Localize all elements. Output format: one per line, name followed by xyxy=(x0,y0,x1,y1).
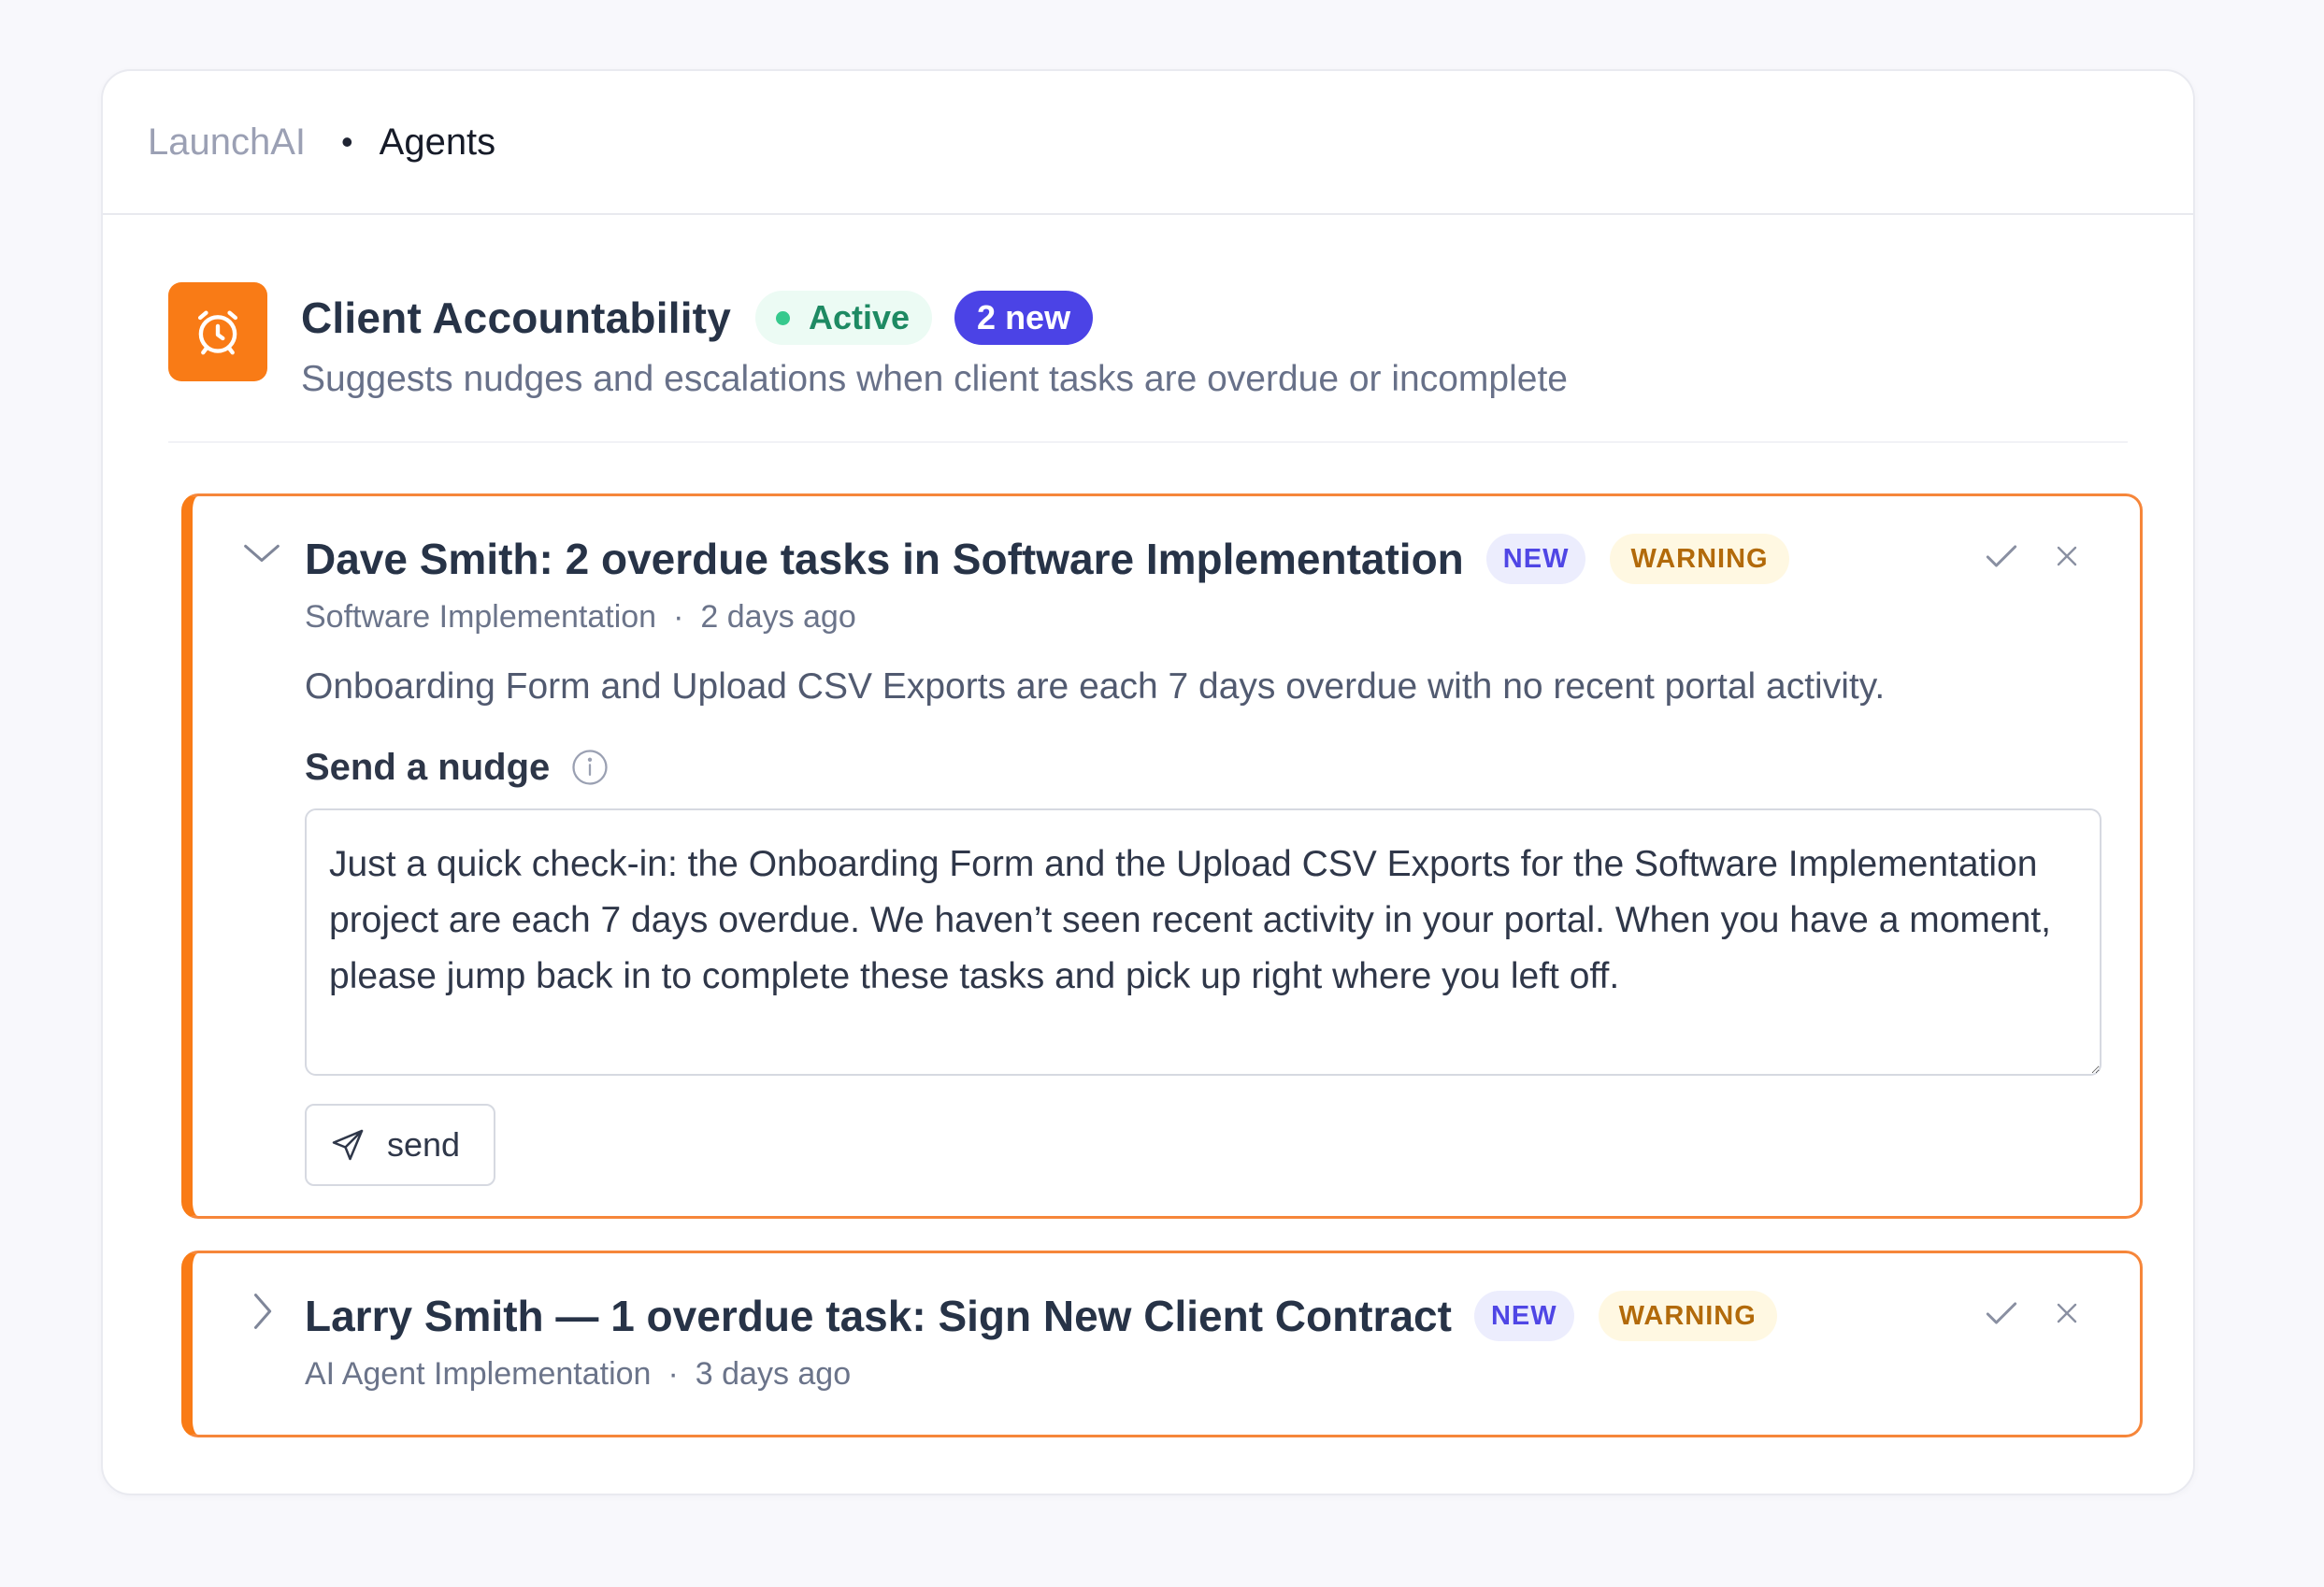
card-actions xyxy=(1958,1291,2089,1336)
status-badge: Active xyxy=(754,291,933,345)
nudge-label-line: Send a nudge xyxy=(305,741,610,794)
card-summary: Onboarding Form and Upload CSV Exports a… xyxy=(305,666,1886,707)
agent-description: Suggests nudges and escalations when cli… xyxy=(301,359,1568,399)
card-project: AI Agent Implementation xyxy=(305,1356,652,1392)
breadcrumb: LaunchAI • Agents xyxy=(103,71,2193,215)
warning-tag: WARNING xyxy=(1598,1291,1777,1341)
send-icon xyxy=(332,1129,364,1161)
approve-check-icon[interactable] xyxy=(1979,1291,2024,1336)
card-title[interactable]: Dave Smith: 2 overdue tasks in Software … xyxy=(305,534,1464,584)
nudge-label: Send a nudge xyxy=(305,746,551,788)
card-title-line: Larry Smith — 1 overdue task: Sign New C… xyxy=(305,1287,1777,1345)
agent-title: Client Accountability xyxy=(301,293,731,342)
breadcrumb-root-link[interactable]: LaunchAI xyxy=(148,122,306,164)
suggestion-card: Larry Smith — 1 overdue task: Sign New C… xyxy=(181,1251,2143,1437)
warning-tag: WARNING xyxy=(1610,534,1789,584)
breadcrumb-current: Agents xyxy=(379,121,496,163)
suggestion-card: Dave Smith: 2 overdue tasks in Software … xyxy=(181,493,2143,1219)
agent-header: Client Accountability Active 2 new Sugge… xyxy=(168,282,2128,443)
send-button-label: send xyxy=(387,1125,461,1164)
meta-separator: · xyxy=(667,1356,679,1392)
card-timestamp: 3 days ago xyxy=(695,1356,852,1392)
card-actions xyxy=(1958,534,2089,579)
new-count-badge: 2 new xyxy=(954,291,1094,345)
approve-check-icon[interactable] xyxy=(1979,534,2024,579)
chevron-right-icon[interactable] xyxy=(237,1287,286,1336)
status-badge-label: Active xyxy=(808,298,911,336)
chevron-down-icon[interactable] xyxy=(237,530,286,579)
alarm-clock-icon xyxy=(168,282,267,381)
new-tag: NEW xyxy=(1473,1291,1574,1341)
agents-panel: LaunchAI • Agents Client Accountability … xyxy=(101,69,2195,1495)
agent-title-line: Client Accountability Active 2 new xyxy=(301,290,1094,346)
dismiss-close-icon[interactable] xyxy=(2044,1291,2089,1336)
send-button[interactable]: send xyxy=(305,1104,495,1186)
meta-separator: · xyxy=(673,599,684,635)
new-tag: NEW xyxy=(1485,534,1586,584)
breadcrumb-separator: • xyxy=(341,122,353,161)
nudge-message-textarea[interactable]: Just a quick check-in: the Onboarding Fo… xyxy=(305,808,2102,1076)
info-icon[interactable] xyxy=(570,748,610,787)
card-meta: Software Implementation · 2 days ago xyxy=(305,599,856,636)
status-dot-icon xyxy=(775,310,790,325)
card-meta: AI Agent Implementation · 3 days ago xyxy=(305,1356,851,1393)
card-timestamp: 2 days ago xyxy=(700,599,856,635)
card-title-line: Dave Smith: 2 overdue tasks in Software … xyxy=(305,530,1789,588)
dismiss-close-icon[interactable] xyxy=(2044,534,2089,579)
card-project: Software Implementation xyxy=(305,599,657,635)
card-title[interactable]: Larry Smith — 1 overdue task: Sign New C… xyxy=(305,1291,1452,1341)
